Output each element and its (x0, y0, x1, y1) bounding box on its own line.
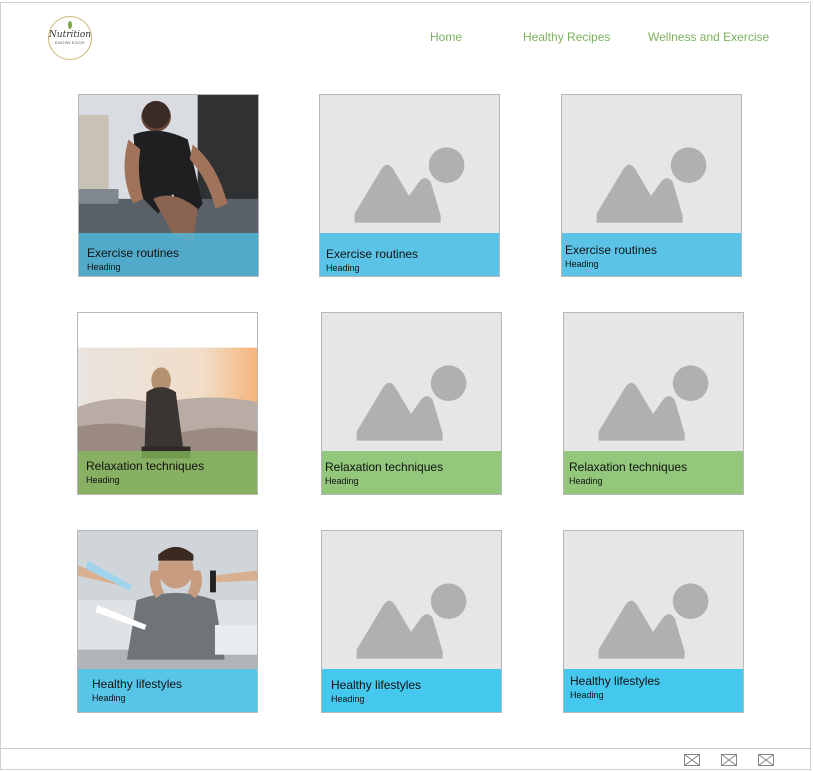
logo-subtext: KNOWLEDGE (54, 40, 86, 45)
nav-healthy-recipes[interactable]: Healthy Recipes (523, 30, 610, 44)
card-relaxation-1[interactable]: Relaxation techniques Heading (77, 312, 258, 495)
card-title: Relaxation techniques (86, 459, 205, 473)
image-icon[interactable] (758, 754, 774, 766)
card-heading: Heading (92, 693, 126, 703)
image-icon[interactable] (684, 754, 700, 766)
card-exercise-2[interactable]: Exercise routines Heading (319, 94, 500, 277)
card-title: Exercise routines (87, 246, 180, 260)
card-heading: Heading (565, 259, 599, 269)
card-title: Healthy lifestyles (570, 674, 661, 688)
card-lifestyle-1[interactable]: Healthy lifestyles Heading (77, 530, 258, 713)
card-title: Relaxation techniques (325, 460, 444, 474)
card-title: Exercise routines (326, 247, 419, 261)
card-heading: Heading (87, 262, 121, 272)
card-title: Exercise routines (565, 243, 658, 257)
card-heading: Heading (326, 263, 360, 273)
card-title: Healthy lifestyles (331, 678, 422, 692)
site-logo[interactable]: Nutrition KNOWLEDGE (48, 16, 92, 60)
card-heading: Heading (569, 476, 603, 486)
nav-wellness-exercise[interactable]: Wellness and Exercise (648, 30, 769, 44)
card-exercise-1[interactable]: Exercise routines Heading (78, 94, 259, 277)
card-heading: Heading (325, 476, 359, 486)
footer (0, 748, 811, 770)
card-relaxation-2[interactable]: Relaxation techniques Heading (321, 312, 502, 495)
card-title: Healthy lifestyles (92, 677, 183, 691)
card-heading: Heading (86, 475, 120, 485)
card-relaxation-3[interactable]: Relaxation techniques Heading (563, 312, 744, 495)
leaf-icon (68, 21, 72, 29)
logo-text: Nutrition (48, 30, 92, 40)
card-title: Relaxation techniques (569, 460, 688, 474)
nav-home[interactable]: Home (430, 30, 462, 44)
card-heading: Heading (331, 694, 365, 704)
card-lifestyle-2[interactable]: Healthy lifestyles Heading (321, 530, 502, 713)
card-exercise-3[interactable]: Exercise routines Heading (561, 94, 742, 277)
card-heading: Heading (570, 690, 604, 700)
card-lifestyle-3[interactable]: Healthy lifestyles Heading (563, 530, 744, 713)
image-icon[interactable] (721, 754, 737, 766)
